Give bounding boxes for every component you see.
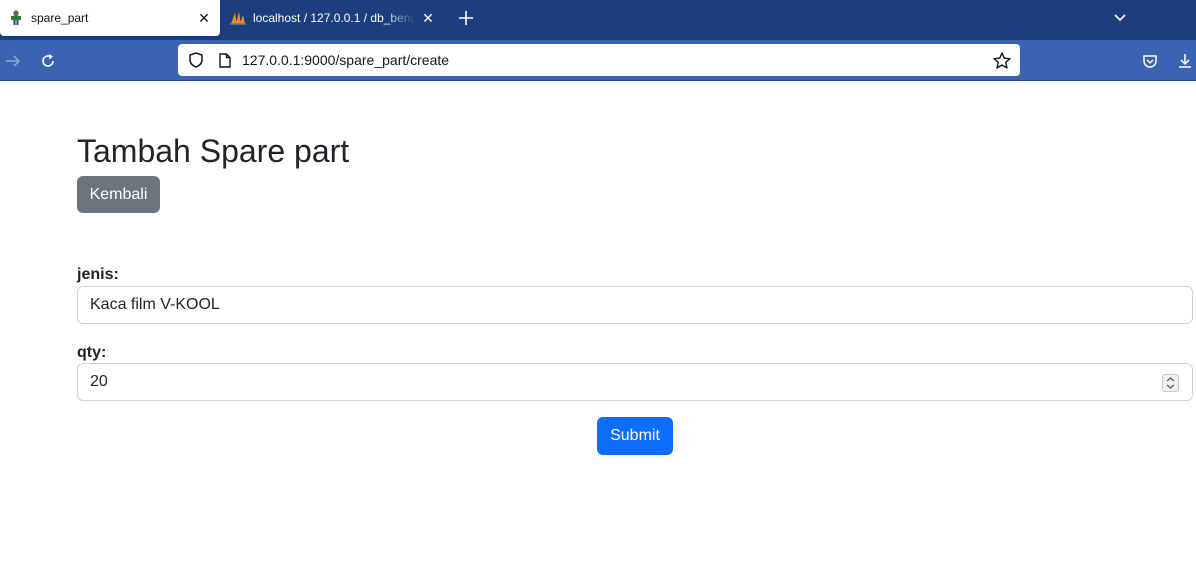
page-title: Tambah Spare part <box>77 133 350 169</box>
tab-spare-part[interactable]: spare_part ✕ <box>0 0 220 36</box>
jenis-input-value: Kaca film V-KOOL <box>90 296 220 313</box>
submit-button[interactable]: Submit <box>597 417 673 455</box>
page-icon[interactable] <box>216 52 234 68</box>
jenis-input[interactable]: Kaca film V-KOOL <box>77 286 1193 324</box>
navigation-bar: 127.0.0.1:9000/spare_part/create <box>0 40 1196 81</box>
close-tab-icon[interactable]: ✕ <box>192 6 216 30</box>
forward-arrow-icon[interactable] <box>0 48 26 74</box>
new-tab-plus-icon[interactable] <box>454 6 478 30</box>
back-button[interactable]: Kembali <box>77 176 160 213</box>
qty-input[interactable]: 20 <box>77 363 1193 401</box>
address-bar[interactable]: 127.0.0.1:9000/spare_part/create <box>178 44 1020 76</box>
close-tab-icon[interactable]: ✕ <box>416 6 440 30</box>
number-spinner-icon[interactable] <box>1162 374 1179 392</box>
mascot-icon <box>8 10 24 26</box>
qty-input-value: 20 <box>90 373 108 390</box>
download-icon[interactable] <box>1172 48 1196 74</box>
tab-strip: spare_part ✕ localhost / 127.0.0.1 / db_… <box>0 0 1196 40</box>
reload-icon[interactable] <box>35 48 61 74</box>
tab-phpmyadmin[interactable]: localhost / 127.0.0.1 / db_bengkel ✕ <box>222 0 444 36</box>
phpmyadmin-icon <box>230 10 246 26</box>
pocket-icon[interactable] <box>1137 48 1163 74</box>
shield-icon[interactable] <box>186 52 206 68</box>
qty-label: qty: <box>77 344 107 361</box>
jenis-label: jenis: <box>77 266 119 283</box>
url-text[interactable]: 127.0.0.1:9000/spare_part/create <box>242 52 990 68</box>
chevron-down-icon[interactable] <box>1108 6 1132 30</box>
tab-title: localhost / 127.0.0.1 / db_bengkel <box>253 11 416 25</box>
tab-title: spare_part <box>31 11 89 25</box>
bookmark-star-icon[interactable] <box>990 51 1014 69</box>
